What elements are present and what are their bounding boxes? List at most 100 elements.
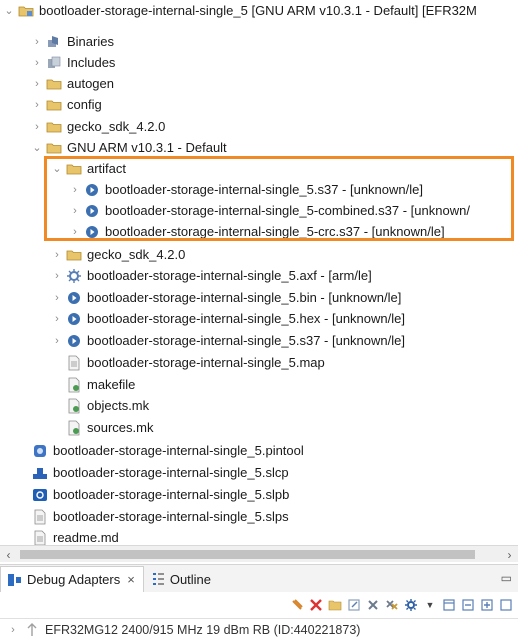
- tree-item-gecko-sdk-build[interactable]: › gecko_sdk_4.2.0: [52, 244, 185, 265]
- chevron-right-icon[interactable]: ›: [8, 623, 18, 637]
- disconnect-icon[interactable]: [308, 597, 324, 613]
- tree-item-artifact-crc-s37[interactable]: › bootloader-storage-internal-single_5-c…: [70, 221, 445, 242]
- tree-item-artifact-s37[interactable]: › bootloader-storage-internal-single_5.s…: [70, 179, 423, 200]
- device-label: EFR32MG12 2400/915 MHz 19 dBm RB (ID:440…: [45, 623, 361, 637]
- gear-icon[interactable]: [403, 597, 419, 613]
- tree-item-slpb[interactable]: bootloader-storage-internal-single_5.slp…: [32, 484, 289, 505]
- tree-item-label: bootloader-storage-internal-single_5.slp…: [53, 509, 289, 524]
- tree-item-slcp[interactable]: bootloader-storage-internal-single_5.slc…: [32, 462, 289, 483]
- chevron-down-icon[interactable]: ⌄: [32, 141, 42, 155]
- tree-item-label: bootloader-storage-internal-single_5.s37…: [105, 182, 423, 197]
- chevron-right-icon[interactable]: ›: [32, 120, 42, 134]
- filter-icon[interactable]: [498, 597, 514, 613]
- scrollbar-thumb[interactable]: [20, 550, 475, 559]
- chevron-down-icon[interactable]: ⌄: [52, 162, 62, 176]
- slcp-icon: [32, 465, 48, 481]
- chevron-right-icon[interactable]: ›: [52, 312, 62, 326]
- scroll-left-icon[interactable]: ‹: [0, 546, 17, 563]
- tree-item-makefile[interactable]: makefile: [66, 374, 135, 395]
- tree-item-label: bootloader-storage-internal-single_5-crc…: [105, 224, 445, 239]
- outline-icon: [150, 571, 166, 587]
- chevron-down-icon[interactable]: ⌄: [4, 4, 14, 18]
- chevron-right-icon[interactable]: ›: [32, 35, 42, 49]
- tree-item-label: bootloader-storage-internal-single_5.slc…: [53, 465, 289, 480]
- tree-item-label: bootloader-storage-internal-single_5.map: [87, 355, 325, 370]
- tree-item-label: bootloader-storage-internal-single_5.s37…: [87, 333, 405, 348]
- tree-item-objects-mk[interactable]: objects.mk: [66, 395, 149, 416]
- device-list-item[interactable]: › EFR32MG12 2400/915 MHz 19 dBm RB (ID:4…: [0, 618, 518, 641]
- folder-icon: [46, 97, 62, 113]
- remove-all-icon[interactable]: [384, 597, 400, 613]
- tree-item-artifact[interactable]: ⌄ artifact: [52, 158, 126, 179]
- executable-icon: [66, 268, 82, 284]
- folder-icon: [46, 119, 62, 135]
- view-menu-icon[interactable]: [441, 597, 457, 613]
- tree-item-label: sources.mk: [87, 420, 154, 435]
- chevron-right-icon[interactable]: ›: [32, 98, 42, 112]
- tree-item-pintool[interactable]: bootloader-storage-internal-single_5.pin…: [32, 440, 304, 461]
- tree-item-label: gecko_sdk_4.2.0: [87, 247, 186, 262]
- expand-icon[interactable]: [479, 597, 495, 613]
- debug-adapters-icon: [7, 572, 23, 588]
- tree-item-artifact-combined-s37[interactable]: › bootloader-storage-internal-single_5-c…: [70, 200, 470, 221]
- binary-file-icon: [84, 224, 100, 240]
- tree-item-axf[interactable]: › bootloader-storage-internal-single_5.a…: [52, 265, 372, 286]
- edit-icon[interactable]: [346, 597, 362, 613]
- project-folder-icon: [18, 3, 34, 19]
- tree-item-map[interactable]: bootloader-storage-internal-single_5.map: [66, 352, 325, 373]
- tree-item-label: bootloader-storage-internal-single_5.bin…: [87, 290, 402, 305]
- minimize-icon[interactable]: ▭: [501, 571, 512, 585]
- text-file-icon: [32, 509, 48, 525]
- binary-file-icon: [84, 182, 100, 198]
- debug-adapters-toolbar: ▼: [0, 592, 518, 617]
- pintool-icon: [32, 443, 48, 459]
- tree-item-gnu-arm[interactable]: ⌄ GNU ARM v10.3.1 - Default: [32, 137, 227, 158]
- chevron-right-icon[interactable]: ›: [52, 269, 62, 283]
- remove-icon[interactable]: [365, 597, 381, 613]
- tree-item-binaries[interactable]: › Binaries: [32, 31, 114, 52]
- tree-item-project-root[interactable]: ⌄ bootloader-storage-internal-single_5 […: [4, 0, 476, 21]
- tab-debug-adapters[interactable]: Debug Adapters ×: [0, 566, 144, 592]
- tree-item-bin[interactable]: › bootloader-storage-internal-single_5.b…: [52, 287, 401, 308]
- text-file-icon: [32, 530, 48, 546]
- tree-item-slps[interactable]: bootloader-storage-internal-single_5.slp…: [32, 506, 289, 527]
- chevron-right-icon[interactable]: ›: [70, 225, 80, 239]
- scroll-right-icon[interactable]: ›: [501, 546, 518, 563]
- tree-item-label: bootloader-storage-internal-single_5.slp…: [53, 487, 290, 502]
- refresh-icon[interactable]: [289, 597, 305, 613]
- chevron-right-icon[interactable]: ›: [70, 204, 80, 218]
- tree-item-sources-mk[interactable]: sources.mk: [66, 417, 153, 438]
- makefile-icon: [66, 398, 82, 414]
- tree-item-s37[interactable]: › bootloader-storage-internal-single_5.s…: [52, 330, 405, 351]
- project-explorer-tree: ⌄ bootloader-storage-internal-single_5 […: [0, 0, 518, 545]
- tree-item-label: readme.md: [53, 530, 119, 545]
- device-icon: [24, 622, 40, 638]
- tree-item-label: objects.mk: [87, 398, 150, 413]
- collapse-icon[interactable]: [460, 597, 476, 613]
- tree-item-hex[interactable]: › bootloader-storage-internal-single_5.h…: [52, 308, 405, 329]
- chevron-right-icon[interactable]: ›: [70, 183, 80, 197]
- tree-item-readme[interactable]: readme.md: [32, 527, 119, 545]
- chevron-right-icon[interactable]: ›: [52, 291, 62, 305]
- chevron-right-icon[interactable]: ›: [32, 56, 42, 70]
- binary-file-icon: [66, 290, 82, 306]
- chevron-right-icon[interactable]: ›: [32, 77, 42, 91]
- chevron-right-icon[interactable]: ›: [52, 248, 62, 262]
- folder-icon: [66, 247, 82, 263]
- tree-item-includes[interactable]: › Includes: [32, 52, 115, 73]
- close-icon[interactable]: ×: [127, 572, 135, 587]
- tree-item-config[interactable]: › config: [32, 94, 102, 115]
- tree-item-autogen[interactable]: › autogen: [32, 73, 114, 94]
- horizontal-scrollbar[interactable]: ‹ ›: [0, 545, 518, 562]
- tree-item-gecko-sdk[interactable]: › gecko_sdk_4.2.0: [32, 116, 165, 137]
- tab-label: Debug Adapters: [27, 572, 121, 587]
- folder-icon: [66, 161, 82, 177]
- chevron-right-icon[interactable]: ›: [52, 334, 62, 348]
- tab-outline[interactable]: Outline: [144, 566, 219, 592]
- open-folder-icon[interactable]: [327, 597, 343, 613]
- tree-item-label: gecko_sdk_4.2.0: [67, 119, 166, 134]
- slpb-icon: [32, 487, 48, 503]
- chevron-down-icon[interactable]: ▼: [422, 597, 438, 613]
- binary-file-icon: [84, 203, 100, 219]
- tree-item-label: GNU ARM v10.3.1 - Default: [67, 140, 227, 155]
